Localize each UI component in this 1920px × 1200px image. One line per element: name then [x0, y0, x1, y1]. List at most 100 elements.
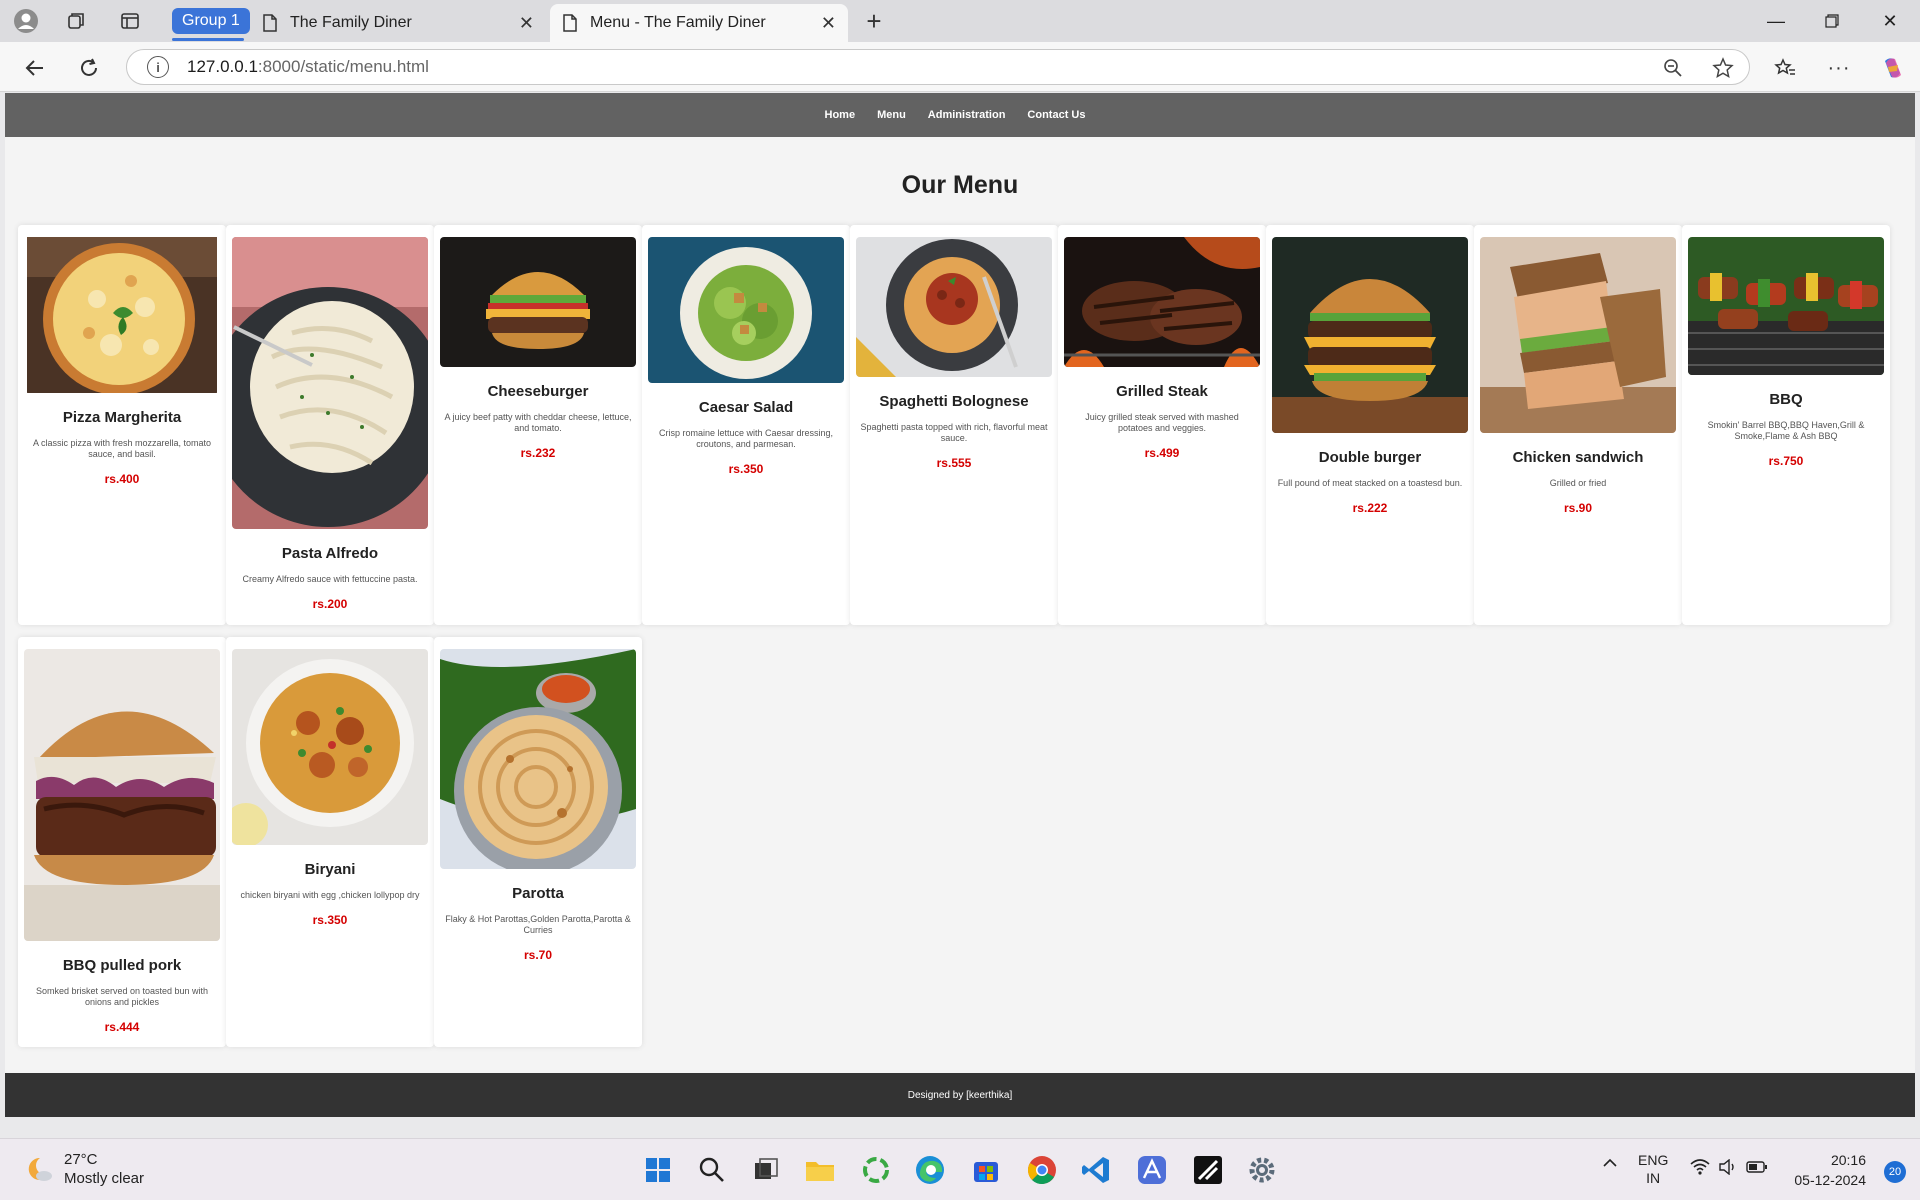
- more-options-icon[interactable]: ···: [1822, 51, 1856, 85]
- settings-gear-icon[interactable]: [1244, 1152, 1280, 1188]
- menu-card: BBQ pulled pork Somked brisket served on…: [18, 637, 226, 1047]
- vscode-icon[interactable]: [1078, 1152, 1114, 1188]
- item-description: Smokin' Barrel BBQ,BBQ Haven,Grill & Smo…: [1707, 420, 1865, 441]
- store-icon[interactable]: [968, 1152, 1004, 1188]
- weather-condition: Mostly clear: [64, 1170, 145, 1187]
- restore-icon[interactable]: [1812, 6, 1852, 36]
- item-price: rs.90: [1563, 501, 1593, 515]
- menu-card: Biryani chicken biryani with egg ,chicke…: [226, 637, 434, 1047]
- profile-icon[interactable]: [10, 5, 42, 37]
- menu-card: Cheeseburger A juicy beef patty with che…: [434, 225, 642, 625]
- menu-row: BBQ pulled pork Somked brisket served on…: [18, 637, 642, 1047]
- address-toolbar: i 127.0.0.1:8000/static/menu.html ···: [0, 42, 1920, 92]
- item-description: Crisp romaine lettuce with Caesar dressi…: [658, 428, 834, 449]
- pizza-image: [27, 237, 217, 393]
- file-explorer-icon[interactable]: [802, 1152, 838, 1188]
- weather-widget[interactable]: 27°C Mostly clear: [24, 1150, 144, 1188]
- grilled-steak-image: [1064, 237, 1260, 367]
- tab-actions-icon[interactable]: [114, 5, 146, 37]
- spaghetti-image: [856, 237, 1052, 377]
- item-name: Cheeseburger: [487, 383, 589, 400]
- item-price: rs.222: [1352, 501, 1388, 515]
- nav-link-administration[interactable]: Administration: [928, 109, 1006, 121]
- battery-icon[interactable]: [1746, 1159, 1768, 1178]
- refresh-icon[interactable]: [72, 51, 106, 85]
- tab-group-label[interactable]: Group 1: [172, 8, 250, 34]
- clock-date: 05-12-2024: [1794, 1172, 1866, 1188]
- item-name: Grilled Steak: [1116, 383, 1208, 400]
- tab-title: Menu - The Family Diner: [590, 14, 766, 31]
- workspaces-icon[interactable]: [60, 5, 92, 37]
- item-price: rs.350: [312, 913, 348, 927]
- show-hidden-icons-icon[interactable]: [1602, 1155, 1618, 1174]
- tab-menu[interactable]: Menu - The Family Diner ✕: [550, 4, 848, 42]
- double-burger-image: [1272, 237, 1468, 433]
- item-name: Spaghetti Bolognese: [879, 393, 1029, 410]
- nav-link-menu[interactable]: Menu: [877, 109, 906, 121]
- sync-app-icon[interactable]: [858, 1152, 894, 1188]
- vpn-app-icon[interactable]: [1134, 1152, 1170, 1188]
- close-tab-icon[interactable]: ✕: [821, 13, 836, 34]
- item-description: A classic pizza with fresh mozzarella, t…: [32, 438, 212, 459]
- favorite-star-icon[interactable]: [1711, 56, 1735, 80]
- site-info-icon[interactable]: i: [147, 56, 169, 78]
- nav-link-contact-us[interactable]: Contact Us: [1027, 109, 1085, 121]
- close-window-icon[interactable]: ✕: [1870, 6, 1910, 36]
- chrome-icon[interactable]: [1024, 1152, 1060, 1188]
- back-arrow-icon[interactable]: [18, 51, 52, 85]
- item-description: chicken biryani with egg ,chicken lollyp…: [240, 890, 420, 900]
- footer-credit: Designed by [keerthika]: [907, 1089, 1013, 1101]
- windows-start-icon[interactable]: [640, 1152, 676, 1188]
- menu-row: Pizza Margherita A classic pizza with fr…: [18, 225, 1890, 625]
- browser-tab-bar: Group 1 The Family Diner ✕ Menu - The Fa…: [0, 0, 1920, 42]
- language-indicator[interactable]: ENG IN: [1638, 1151, 1668, 1187]
- page-icon: [263, 14, 277, 32]
- tab-group-indicator: [172, 38, 244, 41]
- task-view-icon[interactable]: [748, 1152, 784, 1188]
- item-name: BBQ pulled pork: [62, 957, 182, 974]
- item-description: Grilled or fried: [1549, 478, 1607, 488]
- item-price: rs.555: [936, 456, 972, 470]
- tab-family-diner[interactable]: The Family Diner ✕: [250, 4, 546, 42]
- menu-card: Double burger Full pound of meat stacked…: [1266, 225, 1474, 625]
- terminal-app-icon[interactable]: [1190, 1152, 1226, 1188]
- nav-link-home[interactable]: Home: [825, 109, 856, 121]
- edge-browser-icon[interactable]: [912, 1152, 948, 1188]
- parotta-image: [440, 649, 636, 869]
- item-price: rs.350: [728, 462, 764, 476]
- pasta-image: [232, 237, 428, 529]
- item-name: Chicken sandwich: [1512, 449, 1644, 466]
- volume-icon[interactable]: [1718, 1158, 1738, 1178]
- wifi-icon[interactable]: [1690, 1159, 1710, 1178]
- url-text[interactable]: 127.0.0.1:8000/static/menu.html: [187, 57, 429, 77]
- tab-title: The Family Diner: [290, 14, 412, 31]
- favorites-icon[interactable]: [1768, 51, 1802, 85]
- menu-card: Chicken sandwich Grilled or fried rs.90: [1474, 225, 1682, 625]
- close-tab-icon[interactable]: ✕: [519, 13, 534, 34]
- menu-card: Spaghetti Bolognese Spaghetti pasta topp…: [850, 225, 1058, 625]
- item-description: A juicy beef patty with cheddar cheese, …: [444, 412, 632, 433]
- item-name: BBQ: [1769, 391, 1803, 408]
- region-code: IN: [1646, 1170, 1661, 1186]
- system-clock[interactable]: 20:16 05-12-2024: [1794, 1150, 1866, 1190]
- menu-card: Grilled Steak Juicy grilled steak served…: [1058, 225, 1266, 625]
- item-name: Parotta: [512, 885, 564, 902]
- notification-badge[interactable]: 20: [1884, 1161, 1906, 1183]
- item-description: Flaky & Hot Parottas,Golden Parotta,Paro…: [445, 914, 631, 935]
- item-description: Creamy Alfredo sauce with fettuccine pas…: [242, 574, 418, 584]
- item-price: rs.499: [1144, 446, 1180, 460]
- zoom-icon[interactable]: [1661, 56, 1685, 80]
- item-name: Biryani: [304, 861, 356, 878]
- item-price: rs.70: [523, 948, 553, 962]
- item-name: Pizza Margherita: [62, 409, 182, 426]
- copilot-icon[interactable]: [1876, 51, 1910, 85]
- new-tab-icon[interactable]: +: [858, 5, 890, 37]
- item-price: rs.444: [104, 1020, 140, 1034]
- address-bar[interactable]: i 127.0.0.1:8000/static/menu.html: [126, 49, 1750, 85]
- os-taskbar: 27°C Mostly clear ENG IN 20:16 05-12-202…: [0, 1138, 1920, 1200]
- item-description: Full pound of meat stacked on a toastesd…: [1277, 478, 1463, 488]
- search-icon[interactable]: [694, 1152, 730, 1188]
- minimize-icon[interactable]: —: [1756, 6, 1796, 36]
- menu-card: BBQ Smokin' Barrel BBQ,BBQ Haven,Grill &…: [1682, 225, 1890, 625]
- menu-card: Caesar Salad Crisp romaine lettuce with …: [642, 225, 850, 625]
